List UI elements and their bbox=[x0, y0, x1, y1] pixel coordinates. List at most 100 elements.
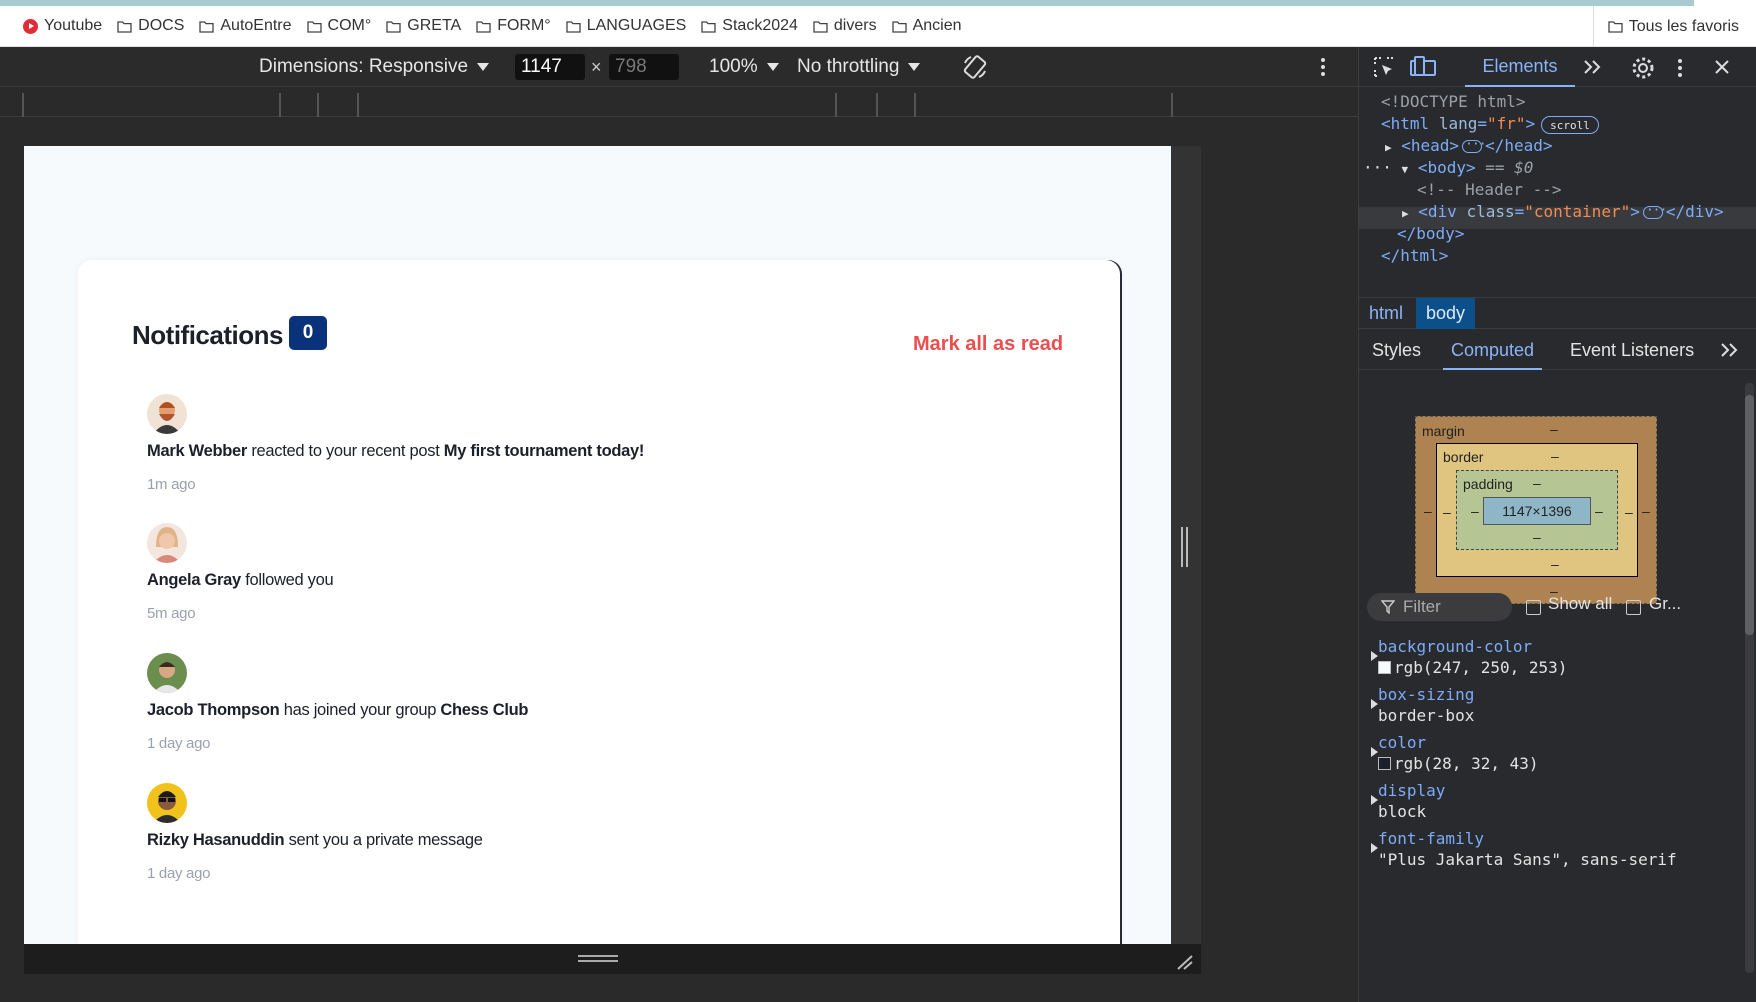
height-input[interactable]: 798 bbox=[609, 54, 679, 80]
scrollbar-thumb[interactable] bbox=[1745, 395, 1754, 635]
computed-property[interactable]: box-sizing border-box bbox=[1359, 677, 1756, 725]
more-tabs-icon[interactable] bbox=[1583, 59, 1603, 75]
computed-property[interactable]: color rgb(28, 32, 43) bbox=[1359, 725, 1756, 773]
box-model-padding[interactable]: padding – – – – 1147×1396 bbox=[1456, 470, 1618, 550]
notification-user[interactable]: Rizky Hasanuddin bbox=[147, 831, 285, 849]
dom-div-container[interactable]: ▶ <div class="container"></div> bbox=[1402, 200, 1724, 223]
computed-property[interactable]: display block bbox=[1359, 773, 1756, 821]
tab-computed[interactable]: Computed bbox=[1443, 330, 1543, 370]
ruler-mark bbox=[317, 93, 319, 117]
gear-icon[interactable] bbox=[1631, 56, 1655, 80]
notification-time: 1 day ago bbox=[147, 865, 211, 882]
expand-arrow-icon[interactable] bbox=[1371, 651, 1378, 661]
notification-time: 1m ago bbox=[147, 476, 196, 493]
bookmark-folder-com[interactable]: COM° bbox=[300, 11, 379, 41]
notification-user[interactable]: Angela Gray bbox=[147, 571, 241, 589]
folder-icon bbox=[701, 20, 716, 33]
show-all-label: Show all bbox=[1548, 594, 1613, 613]
notification-user[interactable]: Mark Webber bbox=[147, 442, 247, 460]
ruler-mark bbox=[876, 93, 878, 117]
device-toolbar: Dimensions: Responsive 1147 × 798 100% N… bbox=[0, 47, 1358, 87]
dom-body-close[interactable]: </body> bbox=[1397, 223, 1464, 245]
dropdown-arrow-icon bbox=[477, 63, 490, 71]
dom-comment[interactable]: <!-- Header --> bbox=[1417, 179, 1562, 201]
mark-all-read-button[interactable]: Mark all as read bbox=[913, 333, 1063, 356]
avatar-rizky-hasanuddin bbox=[147, 783, 187, 823]
bookmark-folder-autoentre[interactable]: AutoEntre bbox=[192, 11, 298, 41]
box-model-border[interactable]: border – – – – padding – – – – 1147×1396 bbox=[1436, 443, 1638, 577]
rotate-icon[interactable] bbox=[962, 47, 988, 87]
bookmark-folder-stack2024[interactable]: Stack2024 bbox=[694, 11, 805, 41]
collapsed-ellipsis-icon[interactable] bbox=[1462, 134, 1486, 156]
height-resize-handle[interactable] bbox=[578, 955, 618, 963]
computed-property[interactable]: background-color rgb(247, 250, 253) bbox=[1359, 629, 1756, 677]
all-bookmarks-folder[interactable]: Tous les favoris bbox=[1602, 12, 1745, 42]
show-all-checkbox[interactable] bbox=[1526, 600, 1541, 615]
bookmark-folder-ancien[interactable]: Ancien bbox=[885, 11, 969, 41]
bookmark-folder-languages[interactable]: LANGUAGES bbox=[559, 11, 694, 41]
notification-time: 5m ago bbox=[147, 605, 196, 622]
dom-tree: <!DOCTYPE html> <html lang="fr"> scroll ▶… bbox=[1359, 91, 1756, 291]
close-icon[interactable] bbox=[1714, 59, 1730, 75]
dom-head-node[interactable]: ▶ <head></head> bbox=[1385, 134, 1553, 157]
breadcrumb-html[interactable]: html bbox=[1359, 298, 1413, 329]
bookmark-folder-divers[interactable]: divers bbox=[806, 11, 884, 41]
group-checkbox[interactable] bbox=[1626, 600, 1641, 615]
collapsed-ellipsis-icon[interactable] bbox=[1642, 200, 1666, 222]
dom-body-node[interactable]: ··· ▼ <body> == $0 bbox=[1363, 157, 1533, 179]
tab-event-listeners[interactable]: Event Listeners bbox=[1570, 330, 1694, 370]
ruler-mark bbox=[357, 93, 359, 117]
dom-html-node[interactable]: <html lang="fr"> scroll bbox=[1381, 113, 1599, 135]
bookmark-folder-greta[interactable]: GRETA bbox=[379, 11, 468, 41]
notifications-title: Notifications bbox=[132, 320, 283, 350]
folder-icon bbox=[199, 20, 215, 33]
expand-arrow-icon[interactable] bbox=[1371, 699, 1378, 709]
dom-html-close[interactable]: </html> bbox=[1381, 245, 1448, 267]
ruler-mark bbox=[914, 93, 916, 117]
color-swatch[interactable] bbox=[1378, 661, 1391, 674]
box-model-margin[interactable]: margin – – – – border – – – – padding – … bbox=[1415, 416, 1657, 604]
notification-target[interactable]: My first tournament today! bbox=[444, 442, 645, 460]
inspect-element-icon[interactable] bbox=[1373, 56, 1395, 78]
width-resize-handle[interactable] bbox=[1180, 527, 1190, 567]
viewport-bottom-gutter bbox=[24, 944, 1201, 974]
avatar-mark-webber bbox=[147, 394, 187, 434]
tab-styles[interactable]: Styles bbox=[1372, 330, 1421, 370]
scroll-badge[interactable]: scroll bbox=[1541, 115, 1599, 134]
expand-arrow-icon[interactable] bbox=[1371, 843, 1378, 853]
more-tabs-icon[interactable] bbox=[1720, 342, 1740, 358]
notification-text: Rizky Hasanuddin sent you a private mess… bbox=[147, 831, 483, 849]
folder-icon bbox=[117, 20, 132, 33]
expand-arrow-icon[interactable] bbox=[1371, 747, 1378, 757]
ruler-mark bbox=[835, 93, 837, 117]
styles-subtabs: Styles Computed Event Listeners bbox=[1359, 330, 1756, 370]
box-model-content[interactable]: 1147×1396 bbox=[1483, 497, 1591, 525]
media-query-ruler[interactable] bbox=[0, 87, 1358, 117]
width-input[interactable]: 1147 bbox=[515, 54, 585, 80]
tab-elements[interactable]: Elements bbox=[1465, 47, 1575, 87]
ruler-mark bbox=[279, 93, 281, 117]
notification-user[interactable]: Jacob Thompson bbox=[147, 701, 280, 719]
kebab-menu-icon[interactable] bbox=[1677, 58, 1683, 78]
dimension-separator: × bbox=[591, 56, 602, 77]
device-toolbar-icon[interactable] bbox=[1410, 56, 1436, 78]
expand-arrow-icon[interactable] bbox=[1371, 795, 1378, 805]
notification-text: Angela Gray followed you bbox=[147, 571, 334, 589]
group-label: Gr... bbox=[1649, 594, 1682, 613]
zoom-select[interactable]: 100% bbox=[709, 47, 779, 87]
dropdown-arrow-icon bbox=[908, 63, 921, 71]
breadcrumb-body[interactable]: body bbox=[1416, 298, 1476, 329]
breadcrumb: html body bbox=[1359, 297, 1756, 329]
dimensions-select[interactable]: Dimensions: Responsive bbox=[259, 47, 490, 87]
notification-target[interactable]: Chess Club bbox=[440, 701, 528, 719]
computed-property[interactable]: font-family "Plus Jakarta Sans", sans-se… bbox=[1359, 821, 1756, 869]
bookmark-folder-docs[interactable]: DOCS bbox=[110, 11, 191, 41]
dom-doctype[interactable]: <!DOCTYPE html> bbox=[1381, 91, 1526, 113]
throttling-select[interactable]: No throttling bbox=[797, 47, 921, 87]
color-swatch[interactable] bbox=[1378, 757, 1391, 770]
corner-resize-icon[interactable] bbox=[1176, 954, 1194, 970]
device-emulation-area: Dimensions: Responsive 1147 × 798 100% N… bbox=[0, 47, 1358, 1002]
bookmark-folder-form[interactable]: FORM° bbox=[469, 11, 558, 41]
more-options-icon[interactable] bbox=[1320, 47, 1326, 87]
bookmark-youtube[interactable]: Youtube bbox=[16, 11, 109, 41]
